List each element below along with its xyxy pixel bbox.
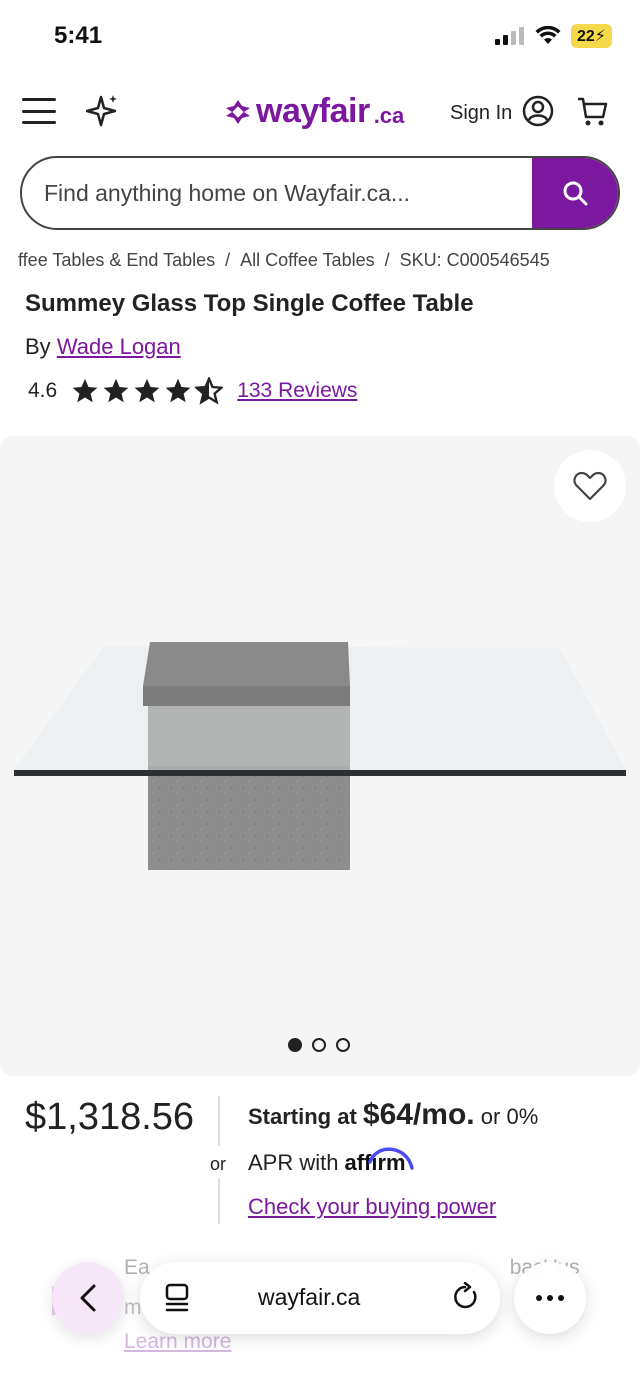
product-title: Summey Glass Top Single Coffee Table [25, 290, 474, 317]
search-bar [20, 156, 620, 230]
star-half-icon [195, 377, 224, 405]
gallery-pagination [288, 1038, 350, 1052]
search-input[interactable] [44, 158, 534, 228]
status-bar: 5:41 22⚡ [0, 0, 640, 72]
financing-offer: Starting at $64/mo. or 0% [248, 1098, 538, 1132]
star-full-icon [103, 378, 129, 403]
logo-suffix: .ca [373, 102, 405, 128]
browser-back-button[interactable] [52, 1262, 124, 1334]
monthly-price: $64/mo. [362, 1098, 475, 1131]
heart-icon [573, 471, 607, 501]
account-icon[interactable] [522, 95, 554, 127]
more-options-icon[interactable] [514, 1262, 586, 1334]
wayfair-logo[interactable]: wayfair .ca [224, 92, 404, 131]
by-label: By [25, 334, 51, 359]
affirm-logo: affirm [344, 1147, 415, 1176]
rating-value: 4.6 [28, 379, 58, 402]
product-image [14, 642, 626, 870]
chevron-left-icon [80, 1284, 96, 1312]
product-image-gallery[interactable] [0, 436, 640, 1076]
offer-text-line2: m [124, 1296, 142, 1319]
cellular-signal-icon [494, 27, 524, 45]
site-header: wayfair .ca Sign In [0, 78, 640, 148]
logo-text: wayfair [256, 92, 370, 130]
status-time: 5:41 [54, 22, 103, 49]
product-byline: By Wade Logan [25, 334, 181, 360]
divider [218, 1178, 220, 1224]
star-full-icon [134, 378, 160, 403]
sign-in-link[interactable]: Sign In [450, 102, 512, 125]
battery-level: 22 [576, 28, 595, 45]
favorite-button[interactable] [554, 450, 626, 522]
menu-icon[interactable] [22, 98, 56, 124]
or-label: or [210, 1154, 227, 1174]
breadcrumb: ffee Tables & End Tables / All Coffee Ta… [18, 250, 640, 271]
cart-icon[interactable] [576, 95, 610, 129]
affirm-arc-icon [368, 1147, 415, 1170]
search-icon [563, 181, 588, 206]
sparkle-icon[interactable] [86, 93, 120, 129]
star-full-icon [72, 378, 98, 403]
apr-text: or 0% [480, 1104, 539, 1129]
url-text: wayfair.ca [258, 1284, 361, 1310]
breadcrumb-sku: SKU: C000546545 [399, 250, 550, 270]
tabs-icon[interactable] [164, 1282, 190, 1314]
pagination-dot[interactable] [336, 1038, 350, 1052]
status-icons: 22⚡ [494, 24, 612, 48]
star-rating [71, 377, 224, 405]
pagination-dot[interactable] [312, 1038, 326, 1052]
apr-with-label: APR with [248, 1150, 339, 1175]
product-price: $1,318.56 [25, 1096, 195, 1138]
brand-link[interactable]: Wade Logan [57, 334, 181, 359]
reload-icon[interactable] [452, 1282, 480, 1312]
breadcrumb-separator: / [384, 250, 390, 270]
starting-at-label: Starting at [248, 1104, 357, 1129]
offer-text-start: Ea [124, 1256, 150, 1279]
divider [218, 1096, 220, 1146]
search-button[interactable] [532, 158, 618, 228]
star-full-icon [165, 378, 191, 403]
breadcrumb-separator: / [225, 250, 231, 270]
rating-row: 4.6 133 Reviews [28, 377, 357, 405]
pagination-dot-active[interactable] [288, 1038, 302, 1052]
breadcrumb-item[interactable]: ffee Tables & End Tables [18, 250, 215, 271]
wayfair-logo-mark [226, 99, 250, 124]
wifi-icon [535, 26, 561, 44]
breadcrumb-item[interactable]: All Coffee Tables [240, 250, 374, 271]
browser-address-bar[interactable]: wayfair.ca [140, 1262, 500, 1334]
charging-icon: ⚡ [594, 28, 606, 45]
financing-provider: APR with affirm [248, 1147, 415, 1176]
reviews-link[interactable]: 133 Reviews [237, 379, 357, 403]
check-buying-power-link[interactable]: Check your buying power [248, 1194, 496, 1220]
battery-indicator: 22⚡ [570, 24, 612, 48]
